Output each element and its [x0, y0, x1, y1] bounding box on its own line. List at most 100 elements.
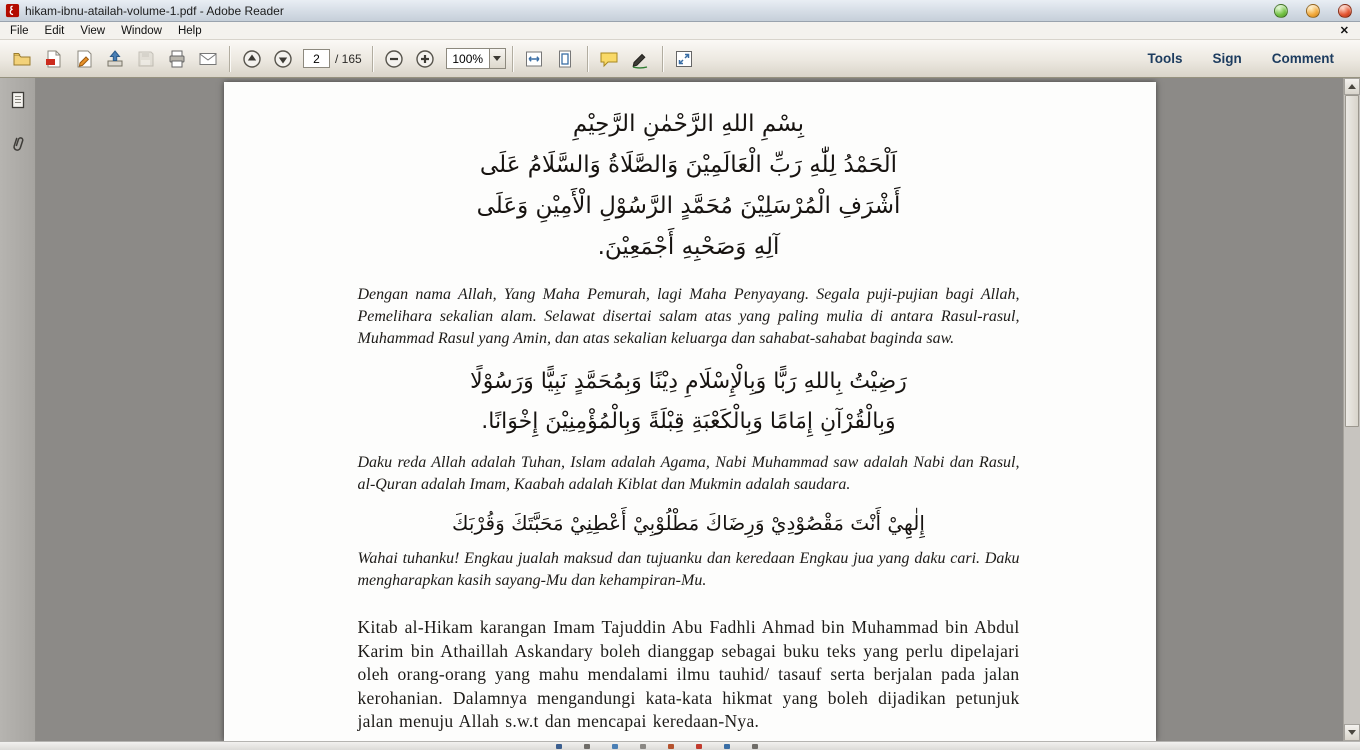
toolbar-separator — [586, 45, 588, 72]
toolbar-separator — [511, 45, 513, 72]
create-pdf-button[interactable] — [37, 44, 68, 74]
comment-tool-button[interactable] — [594, 44, 625, 74]
zoom-level-value[interactable]: 100% — [445, 48, 490, 69]
fullscreen-icon — [674, 49, 694, 69]
chevron-down-icon — [493, 56, 502, 61]
translation-paragraph: Dengan nama Allah, Yang Maha Pemurah, la… — [357, 286, 1020, 347]
translation-paragraph: Daku reda Allah adalah Tuhan, Islam adal… — [357, 454, 1020, 493]
menu-view[interactable]: View — [72, 24, 113, 38]
zoom-in-button[interactable] — [410, 44, 441, 74]
fullscreen-button[interactable] — [669, 44, 700, 74]
save-icon — [136, 49, 156, 69]
next-page-icon — [273, 49, 293, 69]
arabic-line: رَضِيْتُ بِاللهِ رَبًّا وَبِالْإِسْلَامِ… — [470, 369, 907, 394]
content-region: بِسْمِ اللهِ الرَّحْمٰنِ الرَّحِيْمِ اَل… — [0, 78, 1360, 741]
taskbar-icons — [556, 743, 758, 749]
arabic-line: بِسْمِ اللهِ الرَّحْمٰنِ الرَّحِيْمِ — [572, 111, 805, 137]
page-thumbnails-button[interactable] — [5, 88, 31, 112]
fit-width-icon — [524, 49, 544, 69]
page-total-label: / 165 — [335, 51, 362, 66]
arabic-line: أَشْرَفِ الْمُرْسَلِيْنَ مُحَمَّدٍ الرَّ… — [476, 193, 901, 219]
document-area[interactable]: بِسْمِ اللهِ الرَّحْمٰنِ الرَّحِيْمِ اَل… — [36, 78, 1343, 741]
scrollbar-track[interactable] — [1344, 95, 1360, 724]
fit-width-button[interactable] — [519, 44, 550, 74]
email-icon — [198, 49, 218, 69]
menu-help[interactable]: Help — [170, 24, 210, 38]
comment-bubble-icon — [599, 49, 619, 69]
scroll-down-button[interactable] — [1344, 724, 1360, 741]
zoom-in-icon — [415, 49, 435, 69]
print-icon — [167, 49, 187, 69]
toolbar-separator — [371, 45, 373, 72]
fit-page-icon — [555, 49, 575, 69]
zoom-dropdown-button[interactable] — [489, 48, 506, 69]
previous-page-icon — [242, 49, 262, 69]
fit-page-button[interactable] — [550, 44, 581, 74]
save-button[interactable] — [130, 44, 161, 74]
print-button[interactable] — [161, 44, 192, 74]
navigation-pane-sidebar — [0, 78, 36, 741]
arabic-line: آلِهِ وَصَحْبِهِ أَجْمَعِيْنَ. — [597, 234, 780, 260]
pdf-document-icon — [5, 3, 20, 18]
tools-panel-button[interactable]: Tools — [1135, 44, 1194, 73]
taskbar-item[interactable] — [584, 743, 590, 749]
open-button[interactable] — [6, 44, 37, 74]
taskbar-item[interactable] — [696, 743, 702, 749]
taskbar-peek — [0, 741, 1360, 750]
body-paragraph: Kitab al-Hikam karangan Imam Tajuddin Ab… — [357, 617, 1020, 731]
create-pdf-icon — [43, 49, 63, 69]
menubar: File Edit View Window Help ✕ — [0, 22, 1360, 40]
arabic-dua-block: إِلٰهِيْ أَنْتَ مَقْصُوْدِيْ وَرِضَاكَ م… — [358, 508, 1020, 538]
scrollbar-thumb[interactable] — [1345, 95, 1359, 427]
arabic-line: وَبِالْقُرْآنِ إِمَامًا وَبِالْكَعْبَةِ … — [481, 409, 896, 434]
email-button[interactable] — [192, 44, 223, 74]
taskbar-item[interactable] — [640, 743, 646, 749]
sign-pen-icon — [630, 49, 650, 69]
arabic-line: إِلٰهِيْ أَنْتَ مَقْصُوْدِيْ وَرِضَاكَ م… — [452, 511, 925, 535]
zoom-out-button[interactable] — [379, 44, 410, 74]
send-file-button[interactable] — [99, 44, 130, 74]
close-button[interactable] — [1338, 3, 1352, 18]
toolbar: / 165 100% — [0, 40, 1360, 78]
next-page-button[interactable] — [267, 44, 298, 74]
window-title: hikam-ibnu-atailah-volume-1.pdf - Adobe … — [25, 3, 284, 18]
open-icon — [12, 49, 32, 69]
sign-panel-button[interactable]: Sign — [1200, 44, 1253, 73]
taskbar-item[interactable] — [724, 743, 730, 749]
fill-sign-icon — [74, 49, 94, 69]
vertical-scrollbar[interactable] — [1343, 78, 1360, 741]
menu-edit[interactable]: Edit — [37, 24, 73, 38]
adobe-reader-window: hikam-ibnu-atailah-volume-1.pdf - Adobe … — [0, 0, 1360, 750]
comment-panel-button[interactable]: Comment — [1260, 44, 1346, 73]
toolbar-separator — [229, 45, 230, 72]
scroll-up-button[interactable] — [1344, 78, 1360, 95]
attachments-icon — [8, 134, 28, 154]
menu-file[interactable]: File — [8, 24, 37, 38]
arabic-basmalah-block: بِسْمِ اللهِ الرَّحْمٰنِ الرَّحِيْمِ اَل… — [358, 98, 1020, 268]
pdf-page: بِسْمِ اللهِ الرَّحْمٰنِ الرَّحِيْمِ اَل… — [223, 82, 1156, 741]
arabic-radhitu-block: رَضِيْتُ بِاللهِ رَبًّا وَبِالْإِسْلَامِ… — [358, 362, 1020, 442]
restore-button[interactable] — [1306, 3, 1320, 18]
arrow-up-icon — [1348, 84, 1356, 89]
arabic-line: اَلْحَمْدُ لِلّٰهِ رَبِّ الْعَالَمِيْنَ … — [479, 152, 898, 178]
menu-window[interactable]: Window — [113, 24, 170, 38]
translation-paragraph: Wahai tuhanku! Engkau jualah maksud dan … — [357, 550, 1020, 589]
toolbar-separator — [661, 45, 663, 72]
minimize-button[interactable] — [1274, 3, 1288, 18]
zoom-control: 100% — [445, 48, 506, 69]
send-file-icon — [105, 49, 125, 69]
page-number-input[interactable] — [303, 49, 330, 68]
zoom-out-icon — [384, 49, 404, 69]
page-thumbnails-icon — [8, 90, 28, 110]
titlebar: hikam-ibnu-atailah-volume-1.pdf - Adobe … — [0, 0, 1360, 22]
previous-page-button[interactable] — [236, 44, 267, 74]
close-document-icon[interactable]: ✕ — [1337, 24, 1352, 37]
taskbar-item[interactable] — [612, 743, 618, 749]
fill-sign-button[interactable] — [68, 44, 99, 74]
attachments-button[interactable] — [5, 132, 31, 156]
taskbar-item[interactable] — [556, 743, 562, 749]
taskbar-item[interactable] — [668, 743, 674, 749]
taskbar-item[interactable] — [752, 743, 758, 749]
arrow-down-icon — [1348, 730, 1356, 735]
sign-tool-button[interactable] — [625, 44, 656, 74]
